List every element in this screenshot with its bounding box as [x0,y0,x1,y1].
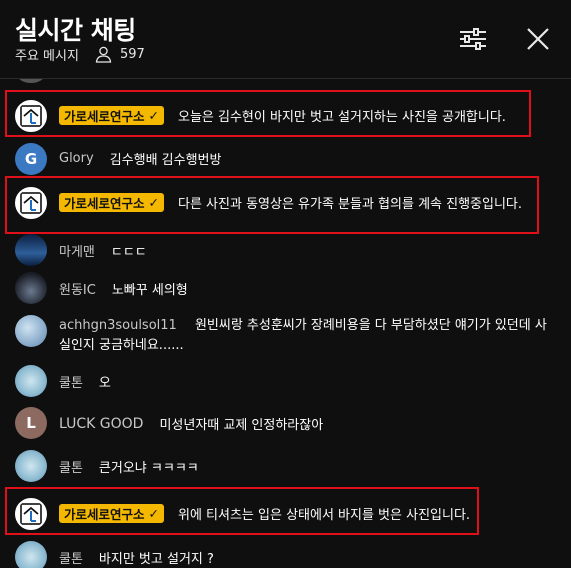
chat-message[interactable]: 쿨톤 바지만 벗고 설거지 ? [0,539,571,568]
chat-mode-selector[interactable]: 주요 메시지 [15,45,79,64]
message-author[interactable]: LUCK GOOD [59,416,143,432]
highlight-box [5,176,539,234]
viewer-count: 597 [119,47,145,62]
avatar[interactable]: L [15,407,47,439]
avatar[interactable] [15,272,47,304]
partial-avatar [17,79,45,83]
message-text: 노빠꾸 세의형 [111,283,188,298]
message-author[interactable]: 마게맨 [59,241,95,260]
chat-message[interactable]: achhgn3soulsol11 원빈씨랑 추성훈씨가 장례비용을 다 부담하셨… [0,310,571,362]
message-text: 큰거오냐 ㅋㅋㅋㅋ [98,461,199,476]
highlight-box [5,487,479,535]
message-text: ㄷㄷㄷ [110,245,147,260]
message-author[interactable]: 원동IC [59,279,96,298]
message-author[interactable]: Glory [59,151,94,166]
avatar[interactable] [15,234,47,266]
chat-title: 실시간 채팅 [15,16,136,45]
viewer-icon [95,46,112,63]
message-text: 오 [98,376,111,391]
avatar[interactable] [15,541,47,568]
chat-message[interactable]: 마게맨 ㄷㄷㄷ [0,230,571,270]
message-author[interactable]: 쿨톤 [59,548,83,567]
highlight-box [5,90,531,137]
avatar[interactable] [15,365,47,397]
message-author[interactable]: 쿨톤 [59,457,83,476]
filter-sliders-icon[interactable] [458,24,488,54]
message-author[interactable]: achhgn3soulsol11 [59,318,177,333]
chat-message[interactable]: 원동IC 노빠꾸 세의형 [0,270,571,310]
avatar[interactable] [15,450,47,482]
chat-message[interactable]: L LUCK GOOD 미성년자때 교제 인정하라잖아 [0,402,571,444]
message-body: achhgn3soulsol11 원빈씨랑 추성훈씨가 장례비용을 다 부담하셨… [59,316,549,356]
avatar[interactable] [15,315,47,347]
chat-message[interactable]: G Glory 김수행배 김수행번방 [0,141,571,177]
chat-message-list[interactable]: 가로세로연구소 ✓ 오늘은 김수현이 바지만 벗고 설거지하는 사진을 공개합니다… [0,79,571,568]
chat-message[interactable]: 쿨톤 큰거오냐 ㅋㅋㅋㅋ [0,446,571,486]
chat-message[interactable]: 쿨톤 오 [0,362,571,402]
chat-subheader: 주요 메시지 597 [15,45,145,64]
chat-header: 실시간 채팅 주요 메시지 597 [0,0,571,79]
avatar[interactable]: G [15,143,47,175]
message-text: 바지만 벗고 설거지 ? [98,552,214,567]
close-icon[interactable] [523,24,553,54]
message-text: 미성년자때 교제 인정하라잖아 [159,418,324,433]
message-author[interactable]: 쿨톤 [59,372,83,391]
message-text: 김수행배 김수행번방 [109,153,222,168]
